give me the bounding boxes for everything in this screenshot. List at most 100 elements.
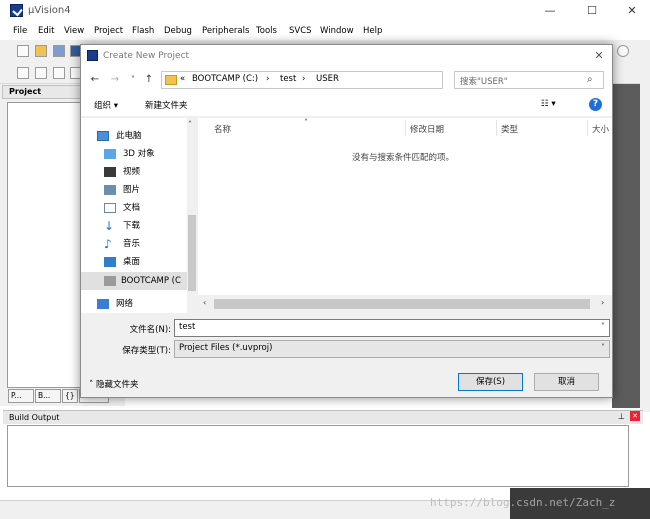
- right-panel: [640, 42, 650, 412]
- breadcrumb-user[interactable]: USER: [316, 74, 339, 84]
- tab-books[interactable]: B...: [35, 389, 61, 403]
- menu-flash[interactable]: Flash: [132, 26, 154, 36]
- search-icon[interactable]: ⌕: [587, 74, 593, 85]
- menu-file[interactable]: File: [13, 26, 27, 36]
- filetype-select[interactable]: Project Files (*.uvproj) ˅: [174, 340, 610, 358]
- computer-icon: [97, 131, 109, 141]
- drive-icon: [104, 276, 116, 286]
- music-icon: ♪: [104, 237, 112, 251]
- settings-icon[interactable]: [617, 45, 629, 57]
- download-icon: ↓: [104, 219, 115, 233]
- 3d-objects-icon: [104, 149, 116, 159]
- chevron-up-icon: ˄: [89, 380, 96, 390]
- video-icon: [104, 167, 116, 177]
- sort-up-icon: ˄: [304, 118, 308, 127]
- filename-input[interactable]: test ˅: [174, 319, 610, 337]
- desktop-icon: [104, 257, 116, 267]
- menu-tools[interactable]: Tools: [256, 26, 277, 36]
- uvision-app-icon: [10, 4, 23, 17]
- recent-locations-chevron-icon[interactable]: ˅: [125, 72, 141, 88]
- breadcrumb-sep: ›: [302, 74, 306, 84]
- breadcrumb-drive[interactable]: BOOTCAMP (C:): [192, 74, 258, 84]
- filename-label: 文件名(N):: [129, 325, 171, 335]
- translate-icon[interactable]: [17, 67, 29, 79]
- address-bar[interactable]: « BOOTCAMP (C:) › test › USER ˅ ↻: [161, 71, 514, 89]
- forward-icon[interactable]: →: [107, 72, 123, 88]
- hide-folders-toggle[interactable]: ˄ 隐藏文件夹: [89, 378, 138, 390]
- navigation-pane: 此电脑 3D 对象 视频 图片 文档 ↓ 下载 ♪ 音乐 桌面 BOOTCAMP…: [81, 118, 197, 313]
- watermark: https://blog.csdn.net/Zach_z: [430, 496, 616, 509]
- network-icon: [97, 299, 109, 309]
- dialog-close-icon[interactable]: ✕: [589, 47, 609, 65]
- build-output-pane[interactable]: [7, 425, 629, 487]
- nav-pane-scroll-thumb[interactable]: [188, 215, 196, 291]
- cancel-button[interactable]: 取消: [534, 373, 599, 391]
- column-header-name[interactable]: 名称: [214, 123, 231, 135]
- hide-folders-label: 隐藏文件夹: [95, 380, 139, 390]
- pin-icon[interactable]: ⊥: [618, 412, 627, 421]
- empty-results-message: 没有与搜索条件匹配的项。: [352, 153, 455, 163]
- view-options-icon[interactable]: ☷ ▾: [541, 99, 556, 109]
- build-output-title: Build Output: [3, 410, 643, 424]
- chevron-down-icon[interactable]: ˅: [601, 343, 605, 352]
- menu-bar: File Edit View Project Flash Debug Perip…: [0, 22, 650, 40]
- filetype-value: Project Files (*.uvproj): [179, 343, 273, 353]
- up-icon[interactable]: ↑: [141, 72, 157, 88]
- chevron-down-icon[interactable]: ˅: [601, 322, 605, 331]
- create-project-dialog: Create New Project ✕ ← → ˅ ↑ « BOOTCAMP …: [80, 44, 613, 398]
- maximize-icon[interactable]: ☐: [578, 0, 606, 22]
- build-output-close-icon[interactable]: ✕: [630, 411, 640, 421]
- filename-value: test: [179, 322, 196, 332]
- tab-project[interactable]: P...: [8, 389, 34, 403]
- build-icon[interactable]: [35, 67, 47, 79]
- menu-help[interactable]: Help: [363, 26, 382, 36]
- editor-area: [612, 84, 642, 408]
- menu-view[interactable]: View: [64, 26, 84, 36]
- pictures-icon: [104, 185, 116, 195]
- tab-functions[interactable]: {}: [62, 389, 78, 403]
- breadcrumb-sep: ›: [266, 74, 270, 84]
- dialog-app-icon: [87, 50, 98, 61]
- scroll-left-icon[interactable]: ‹: [203, 298, 206, 307]
- documents-icon: [104, 203, 116, 213]
- scroll-right-icon[interactable]: ›: [601, 298, 604, 307]
- filetype-label: 保存类型(T):: [122, 346, 171, 356]
- breadcrumb-overflow[interactable]: «: [180, 74, 185, 84]
- file-list-pane: 名称 ˄ 修改日期 类型 大小 没有与搜索条件匹配的项。: [198, 118, 612, 313]
- column-divider[interactable]: [587, 120, 588, 136]
- column-header-type[interactable]: 类型: [501, 123, 518, 135]
- file-list-h-scrollbar[interactable]: ‹ ›: [198, 295, 612, 313]
- save-icon[interactable]: [53, 45, 65, 57]
- save-button[interactable]: 保存(S): [458, 373, 523, 391]
- minimize-icon[interactable]: —: [536, 0, 564, 22]
- back-icon[interactable]: ←: [87, 72, 103, 88]
- scroll-up-icon[interactable]: ˄: [188, 120, 192, 129]
- menu-debug[interactable]: Debug: [164, 26, 192, 36]
- menu-edit[interactable]: Edit: [38, 26, 54, 36]
- breadcrumb-test[interactable]: test: [280, 74, 296, 84]
- column-header-date[interactable]: 修改日期: [410, 123, 444, 135]
- help-icon[interactable]: ?: [589, 98, 602, 111]
- menu-svcs[interactable]: SVCS: [289, 26, 312, 36]
- search-input[interactable]: 搜索"USER": [460, 75, 508, 87]
- command-bar: 组织 ▾ 新建文件夹 ☷ ▾ ?: [81, 93, 612, 117]
- organize-button[interactable]: 组织 ▾: [94, 99, 118, 111]
- rebuild-icon[interactable]: [53, 67, 65, 79]
- menu-peripherals[interactable]: Peripherals: [202, 26, 249, 36]
- h-scroll-thumb[interactable]: [214, 299, 590, 309]
- open-folder-icon[interactable]: [35, 45, 47, 57]
- new-folder-button[interactable]: 新建文件夹: [145, 99, 188, 111]
- column-divider[interactable]: [496, 120, 497, 136]
- navigation-bar: ← → ˅ ↑ « BOOTCAMP (C:) › test › USER ˅ …: [81, 67, 612, 93]
- dialog-title: Create New Project: [103, 51, 190, 61]
- folder-icon: [165, 75, 177, 85]
- close-icon[interactable]: ✕: [618, 0, 646, 22]
- column-divider[interactable]: [405, 120, 406, 136]
- menu-project[interactable]: Project: [94, 26, 123, 36]
- search-box[interactable]: 搜索"USER" ⌕: [454, 71, 604, 89]
- nav-item-bootcamp[interactable]: BOOTCAMP (C: [81, 272, 187, 290]
- menu-window[interactable]: Window: [320, 26, 354, 36]
- main-window-title: µVision4: [28, 5, 71, 16]
- new-file-icon[interactable]: [17, 45, 29, 57]
- column-header-size[interactable]: 大小: [592, 123, 609, 135]
